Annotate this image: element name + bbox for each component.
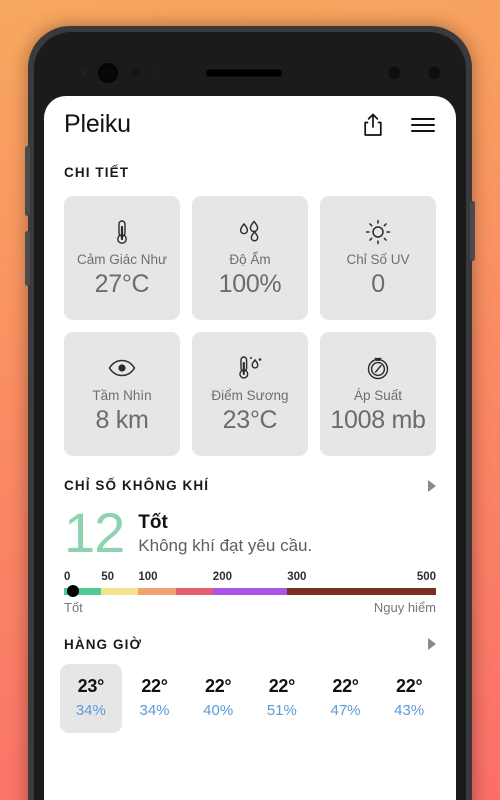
detail-card-humidity[interactable]: Độ Ẩm 100% <box>192 196 308 320</box>
detail-card-dew-point[interactable]: Điểm Sương 23°C <box>192 332 308 456</box>
hourly-section-title: HÀNG GIỜ <box>64 636 143 652</box>
aqi-segment-moderate <box>101 587 139 595</box>
hourly-temp: 22° <box>205 675 232 696</box>
hourly-forecast-row[interactable]: 23° 34% 22° 34% 22° 40% 22° 51% 22° 47% 22° 43% <box>44 652 456 733</box>
hourly-item[interactable]: 22° 40% <box>187 664 249 733</box>
aqi-scale-labels: Tốt Nguy hiểm <box>64 600 436 615</box>
phone-sensor-row <box>28 62 472 84</box>
detail-label: Tầm Nhìn <box>92 388 152 403</box>
proximity-sensor-icon <box>131 68 140 78</box>
aqi-text-block: Tốt Không khí đạt yêu cầu. <box>138 507 312 558</box>
aqi-category: Tốt <box>138 512 168 533</box>
detail-label: Độ Ẩm <box>229 252 271 267</box>
aqi-tick-label: 0 <box>64 570 71 583</box>
aqi-scale: 0 50 100 200 300 500 Tốt Nguy hiểm <box>44 559 456 615</box>
aqi-color-bar <box>64 585 436 598</box>
detail-value: 0 <box>371 270 385 298</box>
volume-down-button[interactable] <box>25 231 30 286</box>
share-icon[interactable] <box>362 112 384 138</box>
aqi-segment-hazardous <box>287 587 436 595</box>
dew-point-icon <box>235 353 265 383</box>
hourly-item[interactable]: 22° 43% <box>378 664 440 733</box>
hourly-precipitation: 34% <box>139 701 170 719</box>
hourly-item[interactable]: 22° 34% <box>124 664 186 733</box>
hamburger-menu-icon[interactable] <box>410 115 436 135</box>
aqi-segment-unhealthy <box>175 587 213 595</box>
hourly-temp: 22° <box>268 675 296 696</box>
hourly-item[interactable]: 22° 47% <box>315 664 377 733</box>
iris-scanner-icon <box>387 65 402 81</box>
air-quality-section-title: CHỈ SỐ KHÔNG KHÍ <box>64 478 210 493</box>
air-quality-section-header[interactable]: CHỈ SỐ KHÔNG KHÍ <box>44 478 456 493</box>
detail-card-pressure[interactable]: Áp Suất 1008 mb <box>320 332 436 456</box>
header-actions <box>362 112 436 138</box>
aqi-segment-sensitive <box>138 587 176 595</box>
hourly-section-header[interactable]: HÀNG GIỜ <box>44 637 456 652</box>
aqi-tick-label: 200 <box>212 570 232 583</box>
aqi-value: 12 <box>64 501 125 564</box>
detail-value: 23°C <box>222 406 278 434</box>
detail-label: Điểm Sương <box>211 388 289 403</box>
front-camera-icon <box>98 63 118 83</box>
aqi-marker-dot <box>66 585 79 598</box>
aqi-description: Không khí đạt yêu cầu. <box>138 535 313 555</box>
power-button[interactable] <box>470 201 475 261</box>
phone-frame: Pleiku CHI TIẾT Cảm Giác Như 27°C Độ Ẩm … <box>25 26 475 800</box>
detail-label: Áp Suất <box>353 388 403 403</box>
sensor-dot-icon <box>81 70 86 76</box>
detail-label: Cảm Giác Như <box>76 252 168 267</box>
air-quality-body: 12 Tốt Không khí đạt yêu cầu. <box>44 493 456 564</box>
aqi-tick-label: 300 <box>287 570 307 583</box>
phone-screen: Pleiku CHI TIẾT Cảm Giác Như 27°C Độ Ẩm … <box>44 96 456 800</box>
details-section-header: CHI TIẾT <box>44 165 456 180</box>
detail-cards-grid: Cảm Giác Như 27°C Độ Ẩm 100% Chỉ Số UV 0… <box>44 180 456 456</box>
light-sensor-icon <box>152 70 158 76</box>
detail-label: Chỉ Số UV <box>346 252 410 267</box>
detail-value: 100% <box>218 270 282 298</box>
earpiece-speaker-icon <box>206 69 282 77</box>
thermometer-icon <box>110 217 134 247</box>
aqi-tick-label: 500 <box>416 570 436 583</box>
details-section-title: CHI TIẾT <box>64 165 130 180</box>
aqi-tick-label: 50 <box>101 570 114 583</box>
water-drops-icon <box>235 217 265 247</box>
face-sensor-icon <box>427 65 442 81</box>
detail-value: 27°C <box>94 270 150 298</box>
detail-value: 1008 mb <box>330 406 426 434</box>
sun-icon <box>364 217 392 247</box>
hourly-temp: 22° <box>332 675 359 696</box>
aqi-tick-row: 0 50 100 200 300 500 <box>64 571 436 586</box>
detail-value: 8 km <box>95 406 149 434</box>
hourly-precipitation: 43% <box>394 701 425 719</box>
chevron-right-icon[interactable] <box>428 479 436 492</box>
hourly-temp: 22° <box>396 675 423 696</box>
eye-icon <box>107 353 137 383</box>
detail-card-uv-index[interactable]: Chỉ Số UV 0 <box>320 196 436 320</box>
detail-card-feels-like[interactable]: Cảm Giác Như 27°C <box>64 196 180 320</box>
hourly-precipitation: 47% <box>330 701 361 719</box>
hourly-temp: 22° <box>141 675 168 696</box>
aqi-tick-label: 100 <box>138 570 158 583</box>
detail-card-visibility[interactable]: Tầm Nhìn 8 km <box>64 332 180 456</box>
volume-up-button[interactable] <box>25 146 30 216</box>
hourly-precipitation: 51% <box>266 701 297 719</box>
chevron-right-icon[interactable] <box>428 638 436 651</box>
hourly-item[interactable]: 23° 34% <box>60 663 122 733</box>
hourly-precipitation: 34% <box>75 701 106 719</box>
aqi-segment-very-unhealthy <box>212 587 288 595</box>
page-title: Pleiku <box>64 110 131 138</box>
hourly-precipitation: 40% <box>203 701 234 719</box>
aqi-scale-left-label: Tốt <box>64 599 83 615</box>
hourly-temp: 23° <box>77 675 105 696</box>
barometer-icon <box>364 353 392 383</box>
app-header: Pleiku <box>44 96 456 143</box>
aqi-scale-right-label: Nguy hiểm <box>373 599 436 615</box>
hourly-item[interactable]: 22° 51% <box>251 664 313 733</box>
